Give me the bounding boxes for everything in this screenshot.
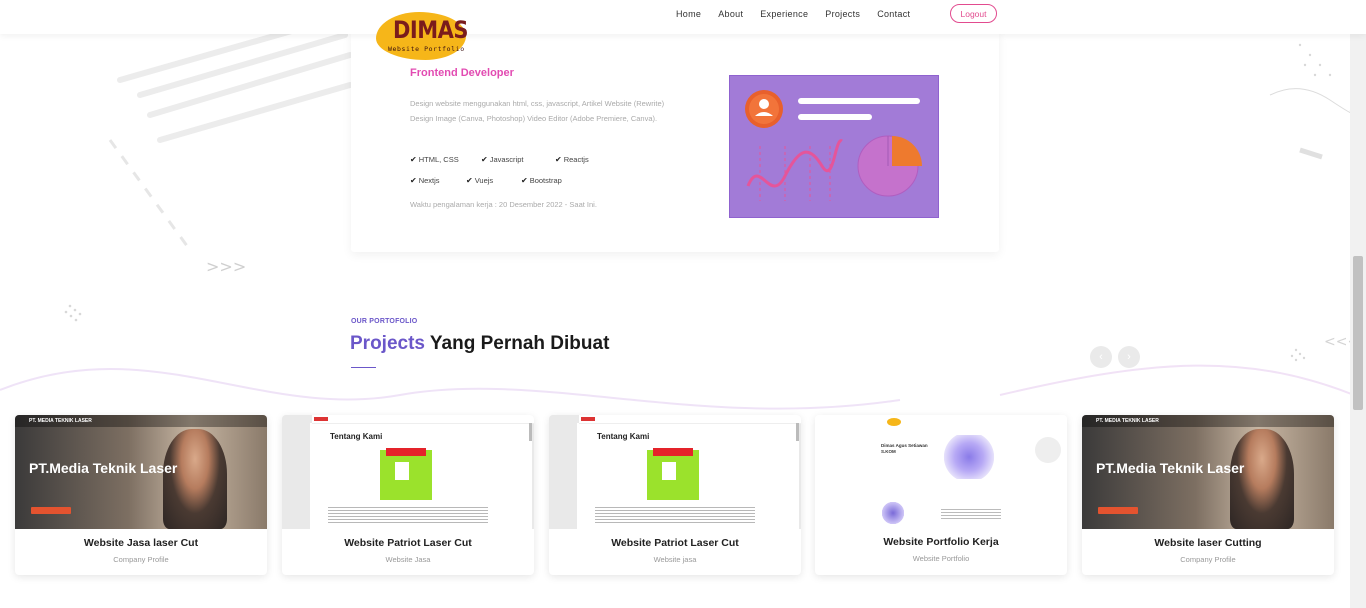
logo-subtitle: Website Portfolio — [388, 45, 465, 53]
project-category: Website Jasa — [385, 555, 431, 564]
page-scrollbar[interactable] — [1350, 0, 1366, 608]
project-thumbnail: Dimas Agus Setiawan S.KOM — [815, 415, 1067, 529]
nav-contact[interactable]: Contact — [877, 9, 910, 19]
section-tag: OUR PORTOFOLIO — [351, 318, 418, 325]
thumb-brand: PT. MEDIA TEKNIK LASER — [29, 418, 92, 424]
project-card[interactable]: Tentang Kami Website Patriot Laser Cut W… — [549, 415, 801, 575]
developer-illustration — [729, 75, 939, 218]
site-logo[interactable]: DIMAS Website Portfolio — [376, 12, 469, 64]
check-icon: ✔ — [481, 155, 488, 164]
skill-item: ✔ Vuejs — [466, 176, 494, 185]
check-icon: ✔ — [410, 155, 417, 164]
chevron-left-icon: ‹ — [1099, 351, 1103, 363]
project-thumbnail: PT. MEDIA TEKNIK LASER PT.Media Teknik L… — [1082, 415, 1334, 529]
skill-item: ✔ Nextjs — [410, 176, 440, 185]
thumb-brand: PT. MEDIA TEKNIK LASER — [1096, 418, 1159, 424]
project-thumbnail: Tentang Kami — [549, 415, 801, 529]
nav-projects[interactable]: Projects — [825, 9, 860, 19]
thumb-hero-text: PT.Media Teknik Laser — [29, 460, 178, 476]
project-card[interactable]: PT. MEDIA TEKNIK LASER PT.Media Teknik L… — [15, 415, 267, 575]
section-title: Projects Yang Pernah Dibuat — [350, 333, 609, 355]
check-icon: ✔ — [555, 155, 562, 164]
nav-home[interactable]: Home — [676, 9, 701, 19]
project-card[interactable]: Dimas Agus Setiawan S.KOM Website Portfo… — [815, 415, 1067, 575]
check-icon: ✔ — [466, 176, 473, 185]
thumb-button — [31, 507, 71, 514]
logout-button[interactable]: Logout — [950, 4, 997, 23]
project-title: Website Patriot Laser Cut — [611, 537, 739, 549]
project-title: Website Portfolio Kerja — [883, 536, 999, 548]
project-category: Company Profile — [1180, 555, 1236, 564]
project-card[interactable]: PT. MEDIA TEKNIK LASER PT.Media Teknik L… — [1082, 415, 1334, 575]
experience-description: Design website menggunakan html, css, ja… — [410, 99, 665, 123]
thumb-person — [163, 429, 227, 529]
nav-about[interactable]: About — [718, 9, 743, 19]
title-underline — [351, 367, 376, 368]
project-card[interactable]: Tentang Kami Website Patriot Laser Cut W… — [282, 415, 534, 575]
skill-item: ✔ HTML, CSS — [410, 155, 459, 164]
thumb-heading: Tentang Kami — [330, 432, 383, 441]
thumb-illustration — [941, 435, 997, 479]
thumb-heading: Tentang Kami — [597, 432, 650, 441]
thumb-button — [1098, 507, 1138, 514]
project-title: Website Patriot Laser Cut — [344, 537, 472, 549]
skill-item: ✔ Javascript — [481, 155, 524, 164]
skill-item: ✔ Bootstrap — [521, 176, 562, 185]
top-navbar: Home About Experience Projects Contact L… — [0, 0, 1366, 34]
nav-experience[interactable]: Experience — [760, 9, 808, 19]
thumb-hero-text: PT.Media Teknik Laser — [1096, 460, 1245, 476]
check-icon: ✔ — [521, 176, 528, 185]
carousel-next-button[interactable]: › — [1118, 346, 1140, 368]
carousel-prev-button[interactable]: ‹ — [1090, 346, 1112, 368]
experience-title: Frontend Developer — [410, 67, 514, 79]
check-icon: ✔ — [410, 176, 417, 185]
section-title-rest: Yang Pernah Dibuat — [424, 333, 610, 354]
section-title-accent: Projects — [350, 333, 425, 354]
project-thumbnail: PT. MEDIA TEKNIK LASER PT.Media Teknik L… — [15, 415, 267, 529]
scrollbar-thumb[interactable] — [1353, 256, 1363, 410]
thumb-logo — [887, 418, 901, 426]
illustration-graphic — [745, 90, 922, 201]
chevron-right-icon: › — [1127, 351, 1131, 363]
main-nav: Home About Experience Projects Contact — [676, 9, 927, 19]
thumb-person — [1230, 429, 1294, 529]
project-category: Website Portfolio — [912, 554, 970, 563]
logo-text: DIMAS — [393, 16, 469, 44]
project-category: Website jasa — [653, 555, 697, 564]
project-title: Website laser Cutting — [1154, 537, 1262, 549]
project-thumbnail: Tentang Kami — [282, 415, 534, 529]
thumb-heading: Dimas Agus Setiawan S.KOM — [881, 443, 928, 454]
svg-text:>>>: >>> — [206, 257, 246, 276]
project-category: Company Profile — [113, 555, 169, 564]
experience-duration: Waktu pengalaman kerja : 20 Desember 202… — [410, 200, 597, 209]
project-title: Website Jasa laser Cut — [83, 537, 199, 549]
skill-item: ✔ Reactjs — [555, 155, 589, 164]
